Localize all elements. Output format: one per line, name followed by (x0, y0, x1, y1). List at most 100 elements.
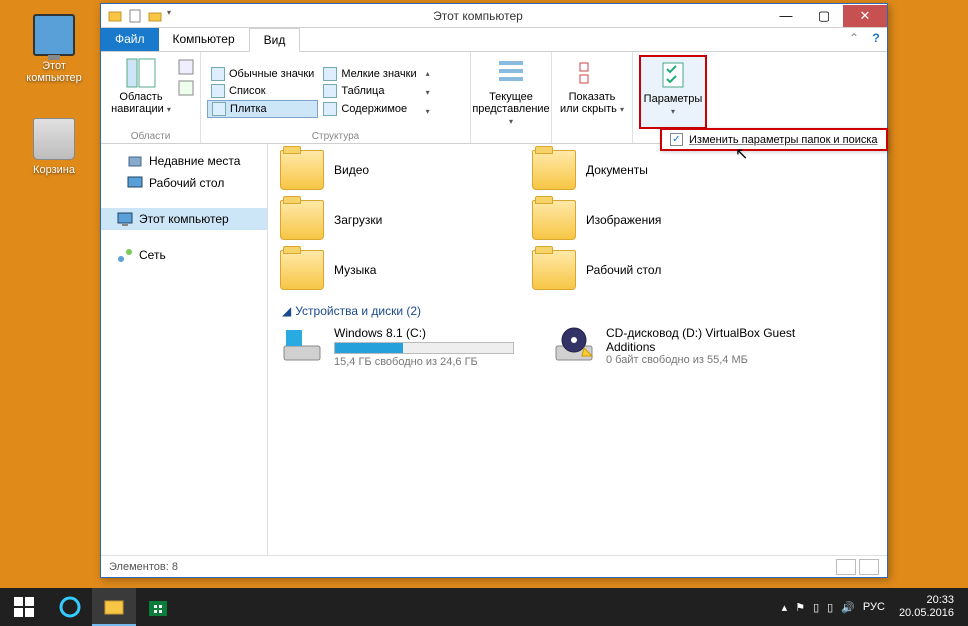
status-view-details-icon[interactable] (836, 559, 856, 575)
nav-this-pc[interactable]: Этот компьютер (101, 208, 267, 230)
cd-drive-icon (552, 326, 596, 366)
layout-expand-icon[interactable]: ▾ (426, 107, 430, 116)
folder-icon (532, 200, 576, 240)
start-button[interactable] (0, 588, 48, 626)
sort-icon (495, 57, 527, 89)
tab-file[interactable]: Файл (101, 28, 159, 51)
current-view-button[interactable]: Текущее представление ▾ (477, 55, 545, 130)
desktop-icon (127, 175, 143, 191)
view-normal-icons[interactable]: Обычные значки (207, 66, 318, 82)
layout-scroll-up-icon[interactable]: ▴ (426, 69, 430, 78)
system-tray: ▴ ⚑ ▯ ▯ 🔊 РУС 20:33 20.05.2016 (774, 594, 968, 620)
explorer-window: ▾ Этот компьютер — ▢ ✕ Файл Компьютер Ви… (100, 3, 888, 578)
status-view-tiles-icon[interactable] (859, 559, 879, 575)
folder-desktop[interactable]: Рабочий стол (530, 248, 770, 292)
navigation-pane-icon (125, 57, 157, 89)
desktop-icon-this-pc[interactable]: Этот компьютер (14, 14, 94, 84)
layout-scroll-down-icon[interactable]: ▾ (426, 88, 430, 97)
options-label: Параметры (644, 93, 703, 105)
tray-clock[interactable]: 20:33 20.05.2016 (893, 594, 960, 620)
folder-icon (532, 250, 576, 290)
window-title: Этот компьютер (189, 9, 767, 23)
recycle-bin-icon (33, 118, 75, 160)
options-icon (657, 59, 689, 91)
tray-network-icon[interactable]: ▯ (813, 601, 819, 614)
nav-network[interactable]: Сеть (101, 244, 267, 266)
drive-c[interactable]: Windows 8.1 (C:) 15,4 ГБ свободно из 24,… (278, 324, 538, 370)
qat-dropdown-icon[interactable]: ▾ (167, 8, 183, 24)
options-button[interactable]: Параметры▾ (639, 55, 707, 129)
options-dropdown-item[interactable]: ✓ Изменить параметры папок и поиска (660, 128, 888, 151)
maximize-button[interactable]: ▢ (805, 5, 843, 27)
desktop-icon-label: Этот компьютер (14, 60, 94, 84)
tab-view[interactable]: Вид (249, 28, 301, 52)
network-icon (117, 247, 133, 263)
ribbon-group-current-view: Текущее представление ▾ (471, 52, 552, 143)
computer-icon (33, 14, 75, 56)
ribbon-group-panes: Область навигации ▾ Области (101, 52, 201, 143)
tray-language[interactable]: РУС (863, 601, 885, 613)
view-table[interactable]: Таблица (319, 83, 420, 99)
drive-info: 0 байт свободно из 55,4 МБ (606, 354, 808, 366)
drive-name: CD-дисковод (D:) VirtualBox Guest Additi… (606, 326, 808, 354)
taskbar-explorer[interactable] (92, 588, 136, 626)
drive-usage-bar (334, 342, 514, 354)
qat-new-folder-icon[interactable] (147, 8, 163, 24)
checkbox-icon: ✓ (670, 133, 683, 146)
tray-volume-icon[interactable]: 🔊 (841, 601, 855, 614)
hard-drive-icon (280, 326, 324, 366)
drive-info: 15,4 ГБ свободно из 24,6 ГБ (334, 356, 536, 368)
tab-computer[interactable]: Компьютер (159, 28, 249, 51)
folder-documents[interactable]: Документы (530, 148, 770, 192)
recent-icon (127, 153, 143, 169)
ribbon-tabs: Файл Компьютер Вид ⌃ ? (101, 28, 887, 52)
taskbar: ▴ ⚑ ▯ ▯ 🔊 РУС 20:33 20.05.2016 (0, 588, 968, 626)
tray-up-icon[interactable]: ▴ (782, 601, 788, 614)
view-tiles[interactable]: Плитка (207, 100, 318, 118)
view-list[interactable]: Список (207, 83, 318, 99)
cursor-icon: ↖ (735, 144, 748, 164)
folder-icon (280, 150, 324, 190)
folder-video[interactable]: Видео (278, 148, 518, 192)
folder-pictures[interactable]: Изображения (530, 198, 770, 242)
main-pane: Видео Документы Загрузки Изображения Муз… (268, 144, 887, 555)
ribbon-group-show-hide: Показать или скрыть ▾ (552, 52, 633, 143)
drives-section-header[interactable]: ◢Устройства и диски (2) (278, 298, 877, 324)
view-content[interactable]: Содержимое (319, 100, 420, 118)
minimize-button[interactable]: — (767, 5, 805, 27)
close-button[interactable]: ✕ (843, 5, 887, 27)
navigation-pane: Недавние места Рабочий стол Этот компьют… (101, 144, 268, 555)
show-hide-button[interactable]: Показать или скрыть ▾ (558, 55, 626, 129)
folder-music[interactable]: Музыка (278, 248, 518, 292)
folder-icon (280, 200, 324, 240)
tray-time: 20:33 (899, 594, 954, 607)
drive-name: Windows 8.1 (C:) (334, 326, 536, 340)
taskbar-store[interactable] (136, 588, 180, 626)
help-button[interactable]: ? (865, 28, 887, 51)
titlebar[interactable]: ▾ Этот компьютер — ▢ ✕ (101, 4, 887, 28)
current-view-label: Текущее представление (472, 91, 549, 115)
minimize-ribbon-icon[interactable]: ⌃ (843, 28, 865, 51)
navigation-pane-button[interactable]: Область навигации ▾ (107, 55, 175, 129)
nav-pane-label: Область навигации (111, 91, 164, 115)
folder-icon (532, 150, 576, 190)
nav-desktop[interactable]: Рабочий стол (101, 172, 267, 194)
group-label: Структура (207, 129, 464, 142)
drive-d[interactable]: CD-дисковод (D:) VirtualBox Guest Additi… (550, 324, 810, 370)
desktop-icon-recycle-bin[interactable]: Корзина (14, 118, 94, 176)
details-pane-icon[interactable] (178, 80, 194, 99)
folder-icon (280, 250, 324, 290)
taskbar-ie[interactable] (48, 588, 92, 626)
content-area: Недавние места Рабочий стол Этот компьют… (101, 144, 887, 555)
computer-icon (117, 211, 133, 227)
nav-recent-places[interactable]: Недавние места (101, 150, 267, 172)
tray-action-center-icon[interactable]: ⚑ (795, 601, 805, 614)
collapse-icon: ◢ (282, 304, 291, 318)
view-small-icons[interactable]: Мелкие значки (319, 66, 420, 82)
tray-devices-icon[interactable]: ▯ (827, 601, 833, 614)
qat-properties-icon[interactable] (127, 8, 143, 24)
ribbon-group-layout: Обычные значки Мелкие значки Список Табл… (201, 52, 471, 143)
preview-pane-icon[interactable] (178, 59, 194, 78)
folder-downloads[interactable]: Загрузки (278, 198, 518, 242)
quick-access-toolbar: ▾ (101, 8, 189, 24)
